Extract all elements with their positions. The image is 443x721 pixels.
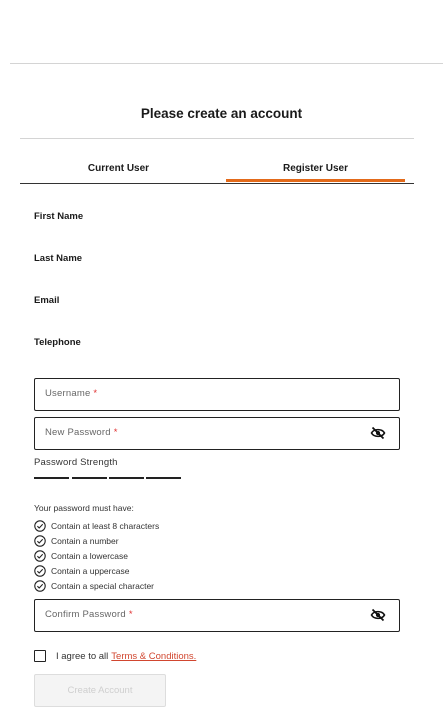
- eye-slash-icon[interactable]: [370, 426, 386, 440]
- title-divider: [20, 138, 414, 139]
- password-rule: Contain a uppercase: [34, 564, 129, 577]
- password-rule: Contain a number: [34, 534, 119, 547]
- register-page: Please create an account Current User Re…: [0, 0, 443, 721]
- strength-segment: [72, 477, 107, 479]
- check-circle-icon: [34, 549, 46, 562]
- telephone-label: Telephone: [34, 337, 81, 348]
- new-password-field[interactable]: New Password *: [34, 417, 400, 450]
- strength-segment: [34, 477, 69, 479]
- strength-segment: [146, 477, 181, 479]
- password-strength-meter: [34, 477, 182, 480]
- create-account-button[interactable]: Create Account: [34, 674, 166, 707]
- tab-current-user[interactable]: Current User: [20, 160, 217, 183]
- password-rule: Contain a special character: [34, 579, 154, 592]
- password-rules-title: Your password must have:: [34, 503, 134, 513]
- page-title: Please create an account: [140, 106, 303, 121]
- header-divider: [10, 63, 443, 64]
- terms-agreement: I agree to all Terms & Conditions.: [34, 649, 196, 663]
- confirm-password-placeholder: Confirm Password *: [45, 609, 133, 620]
- eye-slash-icon[interactable]: [370, 608, 386, 622]
- required-mark: *: [93, 388, 98, 399]
- email-label: Email: [34, 295, 60, 306]
- terms-checkbox[interactable]: [34, 650, 46, 662]
- terms-link[interactable]: Terms & Conditions.: [111, 651, 196, 662]
- last-name-label: Last Name: [34, 253, 83, 264]
- username-field[interactable]: Username *: [34, 378, 400, 411]
- check-circle-icon: [34, 564, 46, 577]
- check-circle-icon: [34, 534, 46, 547]
- confirm-password-field[interactable]: Confirm Password *: [34, 599, 400, 632]
- password-rule: Contain at least 8 characters: [34, 519, 159, 532]
- first-name-label: First Name: [34, 211, 84, 222]
- required-mark: *: [128, 609, 133, 620]
- password-rule-text: Contain a number: [51, 535, 119, 546]
- password-rule-text: Contain at least 8 characters: [51, 520, 160, 531]
- new-password-placeholder: New Password *: [45, 427, 118, 438]
- strength-segment: [109, 477, 144, 479]
- password-strength-label: Password Strength: [34, 457, 118, 468]
- username-placeholder: Username *: [45, 388, 98, 399]
- active-tab-indicator: [226, 179, 405, 182]
- password-rule-text: Contain a uppercase: [51, 565, 130, 576]
- check-circle-icon: [34, 579, 46, 592]
- password-rule: Contain a lowercase: [34, 549, 128, 562]
- check-circle-icon: [34, 519, 46, 532]
- terms-prefix: I agree to all: [56, 650, 109, 662]
- password-rule-text: Contain a lowercase: [51, 550, 129, 561]
- required-mark: *: [113, 427, 118, 438]
- password-rule-text: Contain a special character: [51, 580, 155, 591]
